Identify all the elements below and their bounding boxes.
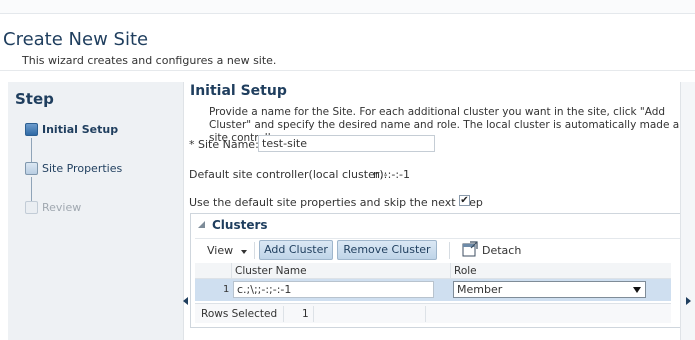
cluster-name-input[interactable]: c.;\;;-:;-:-1 <box>233 281 434 298</box>
column-divider <box>231 263 232 279</box>
step-current-icon <box>25 123 38 136</box>
step-icon <box>25 162 38 175</box>
toolbar-divider <box>449 242 450 259</box>
default-controller-value: n;-:-:-1 <box>373 168 410 181</box>
page-subtitle: This wizard creates and configures a new… <box>22 54 277 67</box>
step-disabled-icon <box>25 201 38 214</box>
section-title: Initial Setup <box>190 83 287 99</box>
toolbar-divider <box>254 242 255 259</box>
collapse-triangle-icon[interactable] <box>198 221 205 228</box>
status-divider <box>283 306 284 322</box>
column-header-role[interactable]: Role <box>454 265 477 277</box>
site-name-label: * Site Name: <box>189 138 259 151</box>
rows-selected-value: 1 <box>302 308 309 320</box>
scroll-left-arrow-icon[interactable] <box>183 297 188 305</box>
table-row[interactable]: 1 c.;\;;-:;-:-1 Member <box>195 279 671 301</box>
train-step-label: Review <box>42 201 82 214</box>
dropdown-arrow-icon <box>633 287 641 293</box>
header-separator <box>0 70 695 71</box>
train-step-label: Initial Setup <box>42 123 119 136</box>
clusters-panel-title: Clusters <box>212 218 268 232</box>
table-status-bar: Rows Selected 1 <box>195 303 671 323</box>
train-connector <box>31 138 32 164</box>
page-title: Create New Site <box>3 29 149 50</box>
add-cluster-button[interactable]: Add Cluster <box>259 240 333 260</box>
role-select-value: Member <box>457 283 503 296</box>
rows-selected-label: Rows Selected <box>201 308 278 320</box>
status-divider <box>425 306 426 322</box>
view-menu[interactable]: View <box>207 244 233 257</box>
default-controller-label: Default site controller(local cluster): <box>189 168 388 181</box>
site-name-input[interactable]: test-site <box>258 135 435 152</box>
clusters-table: Cluster Name Role 1 c.;\;;-:;-:-1 Member… <box>195 263 671 323</box>
role-select[interactable]: Member <box>453 281 646 298</box>
row-number: 1 <box>223 284 230 295</box>
skip-step-label: Use the default site properties and skip… <box>189 196 483 209</box>
clusters-panel-header[interactable]: Clusters <box>191 214 686 236</box>
wizard-train: Step Initial Setup Site Properties Revie… <box>8 82 184 340</box>
clusters-panel: Clusters View Add Cluster Remove Cluster… <box>190 213 687 328</box>
train-step-label: Site Properties <box>42 162 123 175</box>
top-bar <box>0 0 695 14</box>
column-header-cluster-name[interactable]: Cluster Name <box>235 265 307 277</box>
main-content: Initial Setup Provide a name for the Sit… <box>189 82 689 340</box>
column-divider <box>450 263 451 279</box>
status-divider <box>313 306 314 322</box>
scroll-right-arrow-icon[interactable] <box>686 297 691 305</box>
table-header: Cluster Name Role <box>195 263 671 279</box>
train-title: Step <box>15 90 54 108</box>
clusters-toolbar: View Add Cluster Remove Cluster Detach <box>195 238 682 261</box>
chevron-down-icon[interactable] <box>241 250 247 254</box>
remove-cluster-button[interactable]: Remove Cluster <box>337 240 437 260</box>
detach-icon[interactable] <box>462 241 478 257</box>
train-connector <box>31 177 32 203</box>
skip-step-checkbox[interactable]: ✔ <box>459 195 470 206</box>
detach-label[interactable]: Detach <box>482 244 521 257</box>
